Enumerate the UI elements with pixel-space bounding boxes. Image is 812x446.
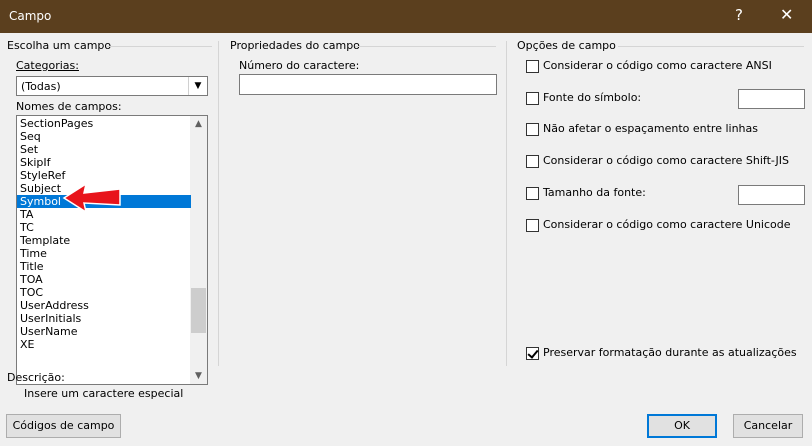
shift-jis-label: Considerar o código como caractere Shift… [543, 154, 789, 167]
cancel-button[interactable]: Cancelar [733, 414, 803, 438]
char-number-input[interactable] [239, 74, 497, 95]
list-item[interactable]: TC [17, 221, 191, 234]
list-item[interactable]: Template [17, 234, 191, 247]
field-options-group-label: Opções de campo [517, 39, 616, 52]
window-title: Campo [9, 9, 52, 23]
field-properties-group-label: Propriedades do campo [230, 39, 360, 52]
font-size-label: Tamanho da fonte: [543, 186, 646, 199]
unicode-checkbox[interactable] [526, 219, 539, 232]
field-codes-button[interactable]: Códigos de campo [6, 414, 121, 438]
chevron-down-icon[interactable]: ▼ [188, 77, 207, 95]
symbol-font-label: Fonte do símbolo: [543, 91, 642, 104]
description-label: Descrição: [7, 371, 65, 384]
categories-label: Categorias: [16, 59, 79, 72]
categories-value: (Todas) [21, 80, 61, 93]
field-dialog: Escolha um campo Categorias: (Todas) ▼ N… [0, 33, 812, 446]
field-names-label: Nomes de campos: [16, 100, 122, 113]
categories-dropdown[interactable]: (Todas) ▼ [16, 76, 208, 96]
chevron-up-icon[interactable]: ▲ [190, 116, 207, 132]
scrollbar-thumb[interactable] [191, 288, 206, 333]
group-divider [106, 46, 212, 47]
list-scrollbar[interactable]: ▲ ▼ [190, 116, 207, 384]
help-button[interactable]: ? [735, 6, 743, 24]
title-bar: Campo ? ✕ [0, 0, 812, 33]
group-divider [355, 46, 496, 47]
font-size-input[interactable] [738, 185, 805, 205]
list-item[interactable]: Title [17, 260, 191, 273]
column-divider [218, 41, 219, 366]
ansi-checkbox[interactable] [526, 60, 539, 73]
list-item[interactable]: SkipIf [17, 156, 191, 169]
column-divider [506, 41, 507, 366]
list-item[interactable]: TOC [17, 286, 191, 299]
unicode-label: Considerar o código como caractere Unico… [543, 218, 791, 231]
preserve-formatting-label: Preservar formatação durante as atualiza… [543, 346, 797, 359]
line-spacing-label: Não afetar o espaçamento entre linhas [543, 122, 759, 135]
choose-field-group-label: Escolha um campo [7, 39, 112, 52]
font-size-checkbox[interactable] [526, 187, 539, 200]
ok-button[interactable]: OK [647, 414, 717, 438]
list-item[interactable]: Seq [17, 130, 191, 143]
list-item[interactable]: UserInitials [17, 312, 191, 325]
list-item[interactable]: TOA [17, 273, 191, 286]
ansi-label: Considerar o código como caractere ANSI [543, 59, 772, 72]
line-spacing-checkbox[interactable] [526, 123, 539, 136]
red-arrow-icon [62, 182, 121, 214]
list-item[interactable]: UserName [17, 325, 191, 338]
symbol-font-checkbox[interactable] [526, 92, 539, 105]
symbol-font-input[interactable] [738, 89, 805, 109]
chevron-down-icon[interactable]: ▼ [190, 368, 207, 384]
preserve-formatting-checkbox[interactable] [526, 347, 539, 360]
group-divider [618, 46, 804, 47]
field-names-list[interactable]: ▲ ▼ SectionPages Seq Set SkipIf StyleRef Subj… [16, 115, 208, 385]
description-text: Insere um caractere especial [24, 387, 184, 400]
close-button[interactable]: ✕ [780, 5, 793, 24]
char-number-label: Número do caractere: [239, 59, 360, 72]
list-item[interactable]: UserAddress [17, 299, 191, 312]
list-item[interactable]: Time [17, 247, 191, 260]
list-item[interactable]: XE [17, 338, 191, 351]
list-item[interactable]: Set [17, 143, 191, 156]
list-item[interactable]: SectionPages [17, 117, 191, 130]
shift-jis-checkbox[interactable] [526, 155, 539, 168]
